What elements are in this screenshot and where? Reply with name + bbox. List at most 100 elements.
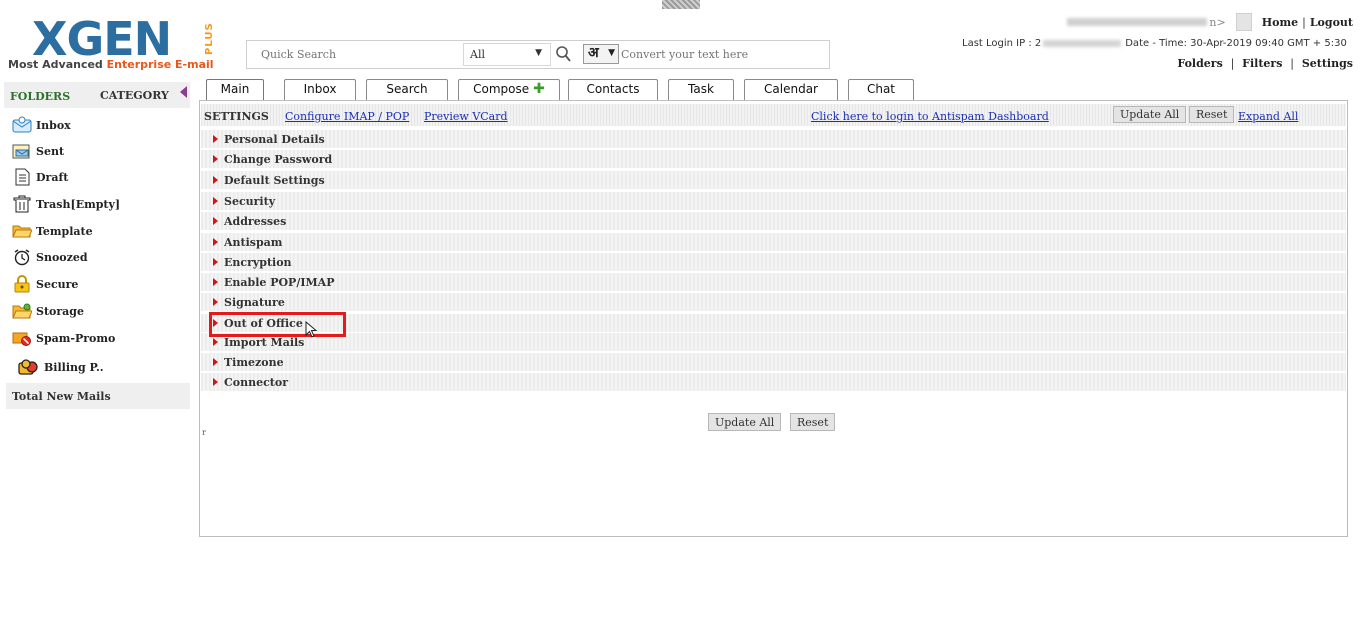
search-scope-select[interactable]: All ▼ [463, 43, 551, 66]
bottom-update-all-button[interactable]: Update All [708, 413, 782, 431]
sidebar-item-label: Template [36, 224, 93, 238]
home-link[interactable]: Home [1262, 16, 1298, 29]
sidebar-item-storage[interactable]: Storage [12, 300, 84, 322]
total-new-mails: Total New Mails [6, 383, 190, 409]
expand-arrow-icon [213, 358, 218, 366]
tab-calendar[interactable]: Calendar [744, 79, 838, 100]
expand-arrow-icon [213, 378, 218, 386]
expand-arrow-icon [213, 298, 218, 306]
expand-arrow-icon [213, 135, 218, 143]
section-label: Import Mails [224, 335, 305, 349]
update-all-button[interactable]: Update All [1113, 106, 1187, 123]
devanagari-glyph: अ [588, 45, 599, 61]
collapse-sidebar-icon[interactable] [180, 86, 187, 98]
last-login-info: Last Login IP : 2 Date - Time: 30-Apr-20… [962, 38, 1347, 49]
section-label: Personal Details [224, 132, 325, 146]
chevron-down-icon: ▼ [535, 48, 542, 58]
sidebar-item-snoozed[interactable]: Snoozed [12, 246, 88, 268]
section-label: Addresses [224, 214, 287, 228]
sidebar-item-label: Billing P.. [44, 360, 104, 374]
antispam-dashboard-link[interactable]: Click here to login to Antispam Dashboar… [811, 110, 1049, 123]
section-label: Change Password [224, 152, 333, 166]
section-antispam[interactable]: Antispam [201, 233, 1346, 251]
section-label: Enable POP/IMAP [224, 275, 335, 289]
section-timezone[interactable]: Timezone [201, 353, 1346, 371]
sidebar-item-trash[interactable]: Trash[Empty] [12, 193, 120, 215]
section-label: Connector [224, 375, 288, 389]
highlight-annotation-box [209, 312, 346, 337]
sidebar-item-secure[interactable]: Secure [12, 273, 78, 295]
settings-link[interactable]: Settings [1302, 57, 1353, 70]
avatar[interactable] [1235, 13, 1252, 31]
section-signature[interactable]: Signature [201, 293, 1346, 311]
configure-imap-pop-link[interactable]: Configure IMAP / POP [285, 110, 409, 123]
expand-arrow-icon [213, 238, 218, 246]
quick-search-input[interactable] [261, 48, 441, 61]
filters-link[interactable]: Filters [1242, 57, 1282, 70]
settings-panel: SETTINGS Configure IMAP / POP Preview VC… [199, 100, 1348, 537]
preview-vcard-link[interactable]: Preview VCard [424, 110, 508, 123]
tab-inbox[interactable]: Inbox [284, 79, 356, 100]
folders-link[interactable]: Folders [1177, 57, 1222, 70]
section-security[interactable]: Security [201, 192, 1346, 210]
tab-main[interactable]: Main [206, 79, 264, 100]
sidebar-item-sent[interactable]: Sent [12, 140, 64, 162]
section-addresses[interactable]: Addresses [201, 212, 1346, 230]
logo-tagline: Most Advanced Enterprise E-mail [8, 58, 214, 71]
logout-link[interactable]: Logout [1310, 16, 1353, 29]
expand-arrow-icon [213, 197, 218, 205]
sidebar-item-label: Draft [36, 170, 69, 184]
search-icon[interactable] [555, 44, 573, 64]
reset-button[interactable]: Reset [1189, 106, 1235, 123]
sidebar-item-label: Snoozed [36, 250, 88, 264]
alarm-clock-icon [14, 249, 30, 266]
sidebar-item-label: Spam-Promo [36, 331, 116, 345]
sidebar-item-label: Trash[Empty] [36, 197, 121, 211]
chevron-down-icon: ▼ [608, 48, 615, 58]
trash-icon [13, 195, 31, 213]
expand-arrow-icon [213, 278, 218, 286]
separator: | [1290, 57, 1294, 70]
xgen-logo: XGEN PLUS Most Advanced Enterprise E-mai… [8, 14, 226, 74]
blurred-username [1067, 18, 1208, 26]
scope-value: All [470, 48, 485, 61]
settings-title: SETTINGS [204, 110, 269, 123]
expand-arrow-icon [213, 155, 218, 163]
billing-icon [18, 359, 38, 375]
section-change-password[interactable]: Change Password [201, 150, 1346, 168]
search-bar: All▼ अ▼ [246, 40, 830, 69]
section-enable-pop-imap[interactable]: Enable POP/IMAP [201, 273, 1346, 291]
tab-compose[interactable]: Compose ✚ [458, 79, 560, 100]
sidebar-item-spam-promo[interactable]: Spam-Promo [12, 327, 115, 349]
header-links: Folders | Filters | Settings [1177, 57, 1353, 70]
tab-contacts[interactable]: Contacts [568, 79, 658, 100]
folders-tab[interactable]: FOLDERS [10, 90, 70, 103]
top-collapse-handle[interactable] [662, 0, 700, 9]
inbox-icon [12, 116, 32, 133]
sidebar-item-inbox[interactable]: Inbox [12, 114, 71, 136]
sidebar-item-label: Storage [36, 304, 84, 318]
tab-task[interactable]: Task [668, 79, 734, 100]
category-tab[interactable]: CATEGORY [100, 89, 169, 102]
expand-all-link[interactable]: Expand All [1238, 110, 1298, 123]
convert-text-input[interactable] [621, 48, 821, 61]
section-connector[interactable]: Connector [201, 373, 1346, 391]
language-selector-button[interactable]: अ ▼ [583, 44, 619, 64]
sidebar-item-billing[interactable]: Billing P.. [18, 356, 104, 378]
bottom-reset-button[interactable]: Reset [790, 413, 836, 431]
username-suffix: n> [1209, 15, 1226, 29]
logo-plus: PLUS [204, 22, 215, 56]
section-label: Encryption [224, 255, 292, 269]
mouse-cursor-icon [305, 321, 318, 338]
section-out-of-office[interactable]: Out of Office [201, 314, 1346, 332]
section-personal-details[interactable]: Personal Details [201, 130, 1346, 148]
plus-icon: ✚ [533, 81, 545, 97]
sidebar-item-template[interactable]: Template [12, 220, 93, 242]
tab-search[interactable]: Search [366, 79, 448, 100]
section-encryption[interactable]: Encryption [201, 253, 1346, 271]
tab-chat[interactable]: Chat [848, 79, 914, 100]
section-default-settings[interactable]: Default Settings [201, 171, 1346, 189]
section-import-mails[interactable]: Import Mails [201, 333, 1346, 351]
separator: | [1302, 15, 1306, 29]
sidebar-item-draft[interactable]: Draft [12, 166, 68, 188]
